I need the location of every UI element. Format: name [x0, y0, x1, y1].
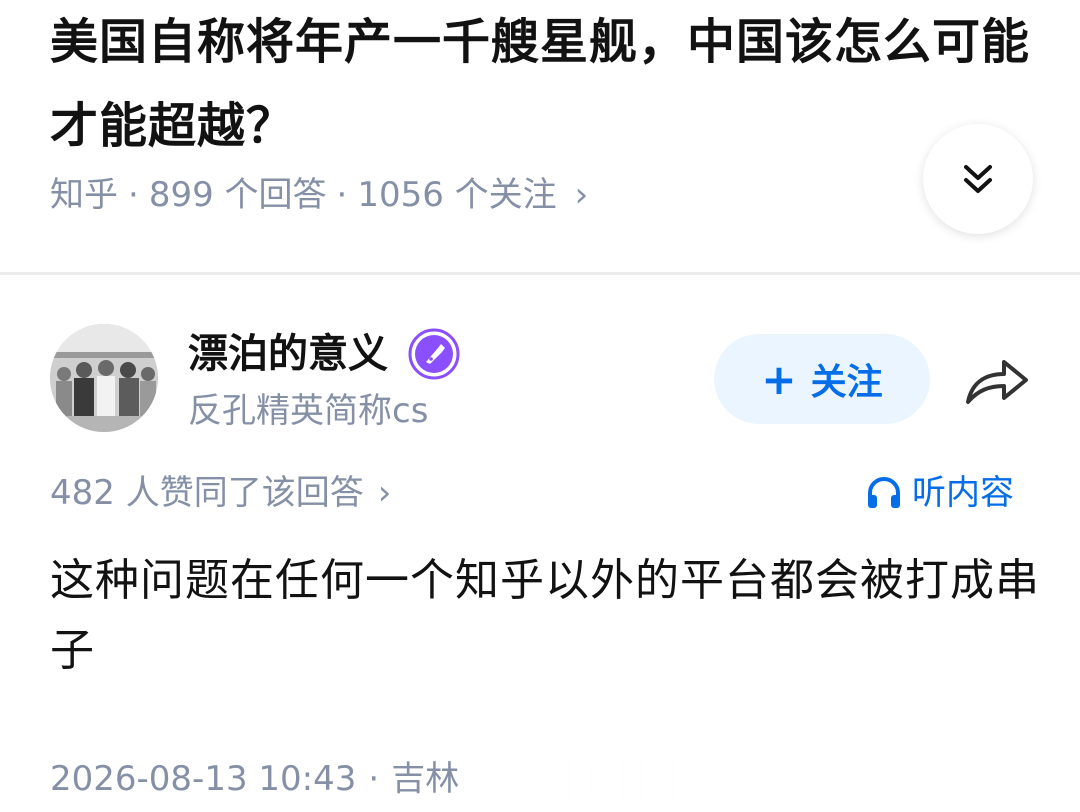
double-chevron-down-icon — [964, 165, 992, 193]
author-name-text: 漂泊的意义 — [188, 331, 388, 377]
answer-location: 吉林 — [391, 759, 460, 799]
answer-content[interactable]: 这种问题在任何一个知乎以外的平台都会被打成串子 — [50, 546, 1040, 686]
votes-text: 482 人赞同了该回答 — [50, 473, 364, 513]
chevron-right-icon: › — [377, 473, 392, 513]
follow-label: 关注 — [810, 362, 883, 403]
followers-count: 1056 个关注 — [357, 175, 557, 215]
avatar-photo — [50, 324, 158, 432]
answers-count: 899 个回答 — [148, 175, 327, 215]
votes-summary[interactable]: 482 人赞同了该回答 › — [50, 468, 391, 518]
answer-page: 美国自称将年产一千艘星舰，中国该怎么可能才能超越？ 知乎 · 899 个回答 ·… — [0, 0, 1080, 812]
question-meta[interactable]: 知乎 · 899 个回答 · 1056 个关注 › — [50, 170, 588, 220]
meta-separator: · — [128, 175, 139, 215]
section-divider — [0, 272, 1080, 275]
pen-badge-icon[interactable] — [408, 328, 460, 380]
question-source: 知乎 — [50, 175, 118, 215]
answer-timestamp: 2026-08-13 10:43 — [50, 759, 357, 799]
question-title[interactable]: 美国自称将年产一千艘星舰，中国该怎么可能才能超越？ — [50, 0, 1040, 168]
follow-button[interactable]: + 关注 — [714, 334, 930, 424]
chevron-right-icon: › — [574, 175, 589, 215]
avatar[interactable] — [50, 324, 158, 432]
headphones-icon — [868, 477, 900, 508]
plus-icon: + — [761, 354, 797, 404]
share-icon — [966, 360, 1028, 404]
footer-separator: · — [368, 759, 380, 799]
listen-button[interactable]: 听内容 — [866, 468, 1014, 518]
author-name[interactable]: 漂泊的意义 — [188, 326, 460, 382]
listen-label: 听内容 — [912, 473, 1014, 513]
answer-footer: 2026-08-13 10:43 · 吉林 — [50, 752, 700, 806]
blur-overlay — [470, 758, 700, 802]
author-bio: 反孔精英简称cs — [188, 391, 429, 431]
collapse-button[interactable] — [923, 124, 1033, 234]
share-button[interactable] — [960, 348, 1034, 412]
meta-separator: · — [336, 175, 348, 215]
